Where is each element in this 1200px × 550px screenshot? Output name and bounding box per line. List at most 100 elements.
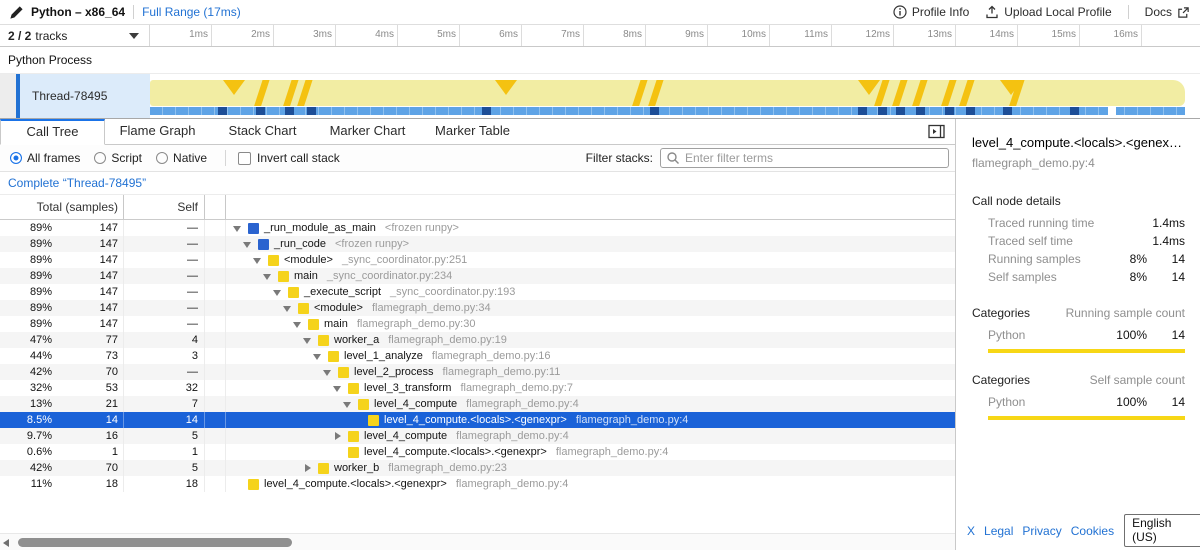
chevron-down-icon (129, 33, 139, 39)
collapse-icon[interactable] (321, 367, 338, 377)
ruler-tick: 5ms (398, 25, 460, 46)
scroll-left-arrow-icon[interactable] (3, 539, 9, 547)
timeline-marker-triangle[interactable] (223, 80, 245, 95)
collapse-icon[interactable] (291, 319, 308, 329)
timeline-marker-slash[interactable] (957, 80, 975, 106)
frame-name: worker_a (334, 332, 379, 348)
thread-track[interactable]: Thread-78495 (0, 74, 1200, 119)
radio-icon (156, 152, 168, 164)
radio-all-frames[interactable]: All frames (10, 151, 80, 165)
invert-call-stack-checkbox[interactable]: Invert call stack (238, 151, 340, 165)
frame-location: <frozen runpy> (335, 236, 409, 252)
table-row[interactable]: 89%147—_run_module_as_main<frozen runpy> (0, 220, 955, 236)
table-row[interactable]: 89%147—mainflamegraph_demo.py:30 (0, 316, 955, 332)
frame-location: _sync_coordinator.py:193 (390, 284, 515, 300)
collapse-icon[interactable] (271, 287, 288, 297)
table-row[interactable]: 13%217level_4_computeflamegraph_demo.py:… (0, 396, 955, 412)
track-canvas[interactable] (150, 74, 1185, 118)
table-row[interactable]: 42%70—level_2_processflamegraph_demo.py:… (0, 364, 955, 380)
radio-script[interactable]: Script (94, 151, 142, 165)
frame-name: level_4_compute.<locals>.<genexpr> (364, 444, 547, 460)
tab-flame-graph[interactable]: Flame Graph (105, 119, 210, 145)
collapse-icon[interactable] (241, 239, 258, 249)
table-row[interactable]: 11%1818level_4_compute.<locals>.<genexpr… (0, 476, 955, 492)
table-row[interactable]: 42%705worker_bflamegraph_demo.py:23 (0, 460, 955, 476)
upload-profile-button[interactable]: Upload Local Profile (985, 5, 1111, 19)
footer-link-privacy[interactable]: Privacy (1022, 524, 1061, 538)
edit-pencil-icon[interactable] (10, 6, 23, 19)
tracks-dropdown[interactable]: 2 / 2 tracks (0, 25, 150, 46)
language-select[interactable]: English (US) (1124, 514, 1200, 547)
thread-label-cell[interactable]: Thread-78495 (20, 74, 150, 118)
collapse-icon[interactable] (281, 303, 298, 313)
profiler-app: Python – x86_64 Full Range (17ms) Profil… (0, 0, 1200, 550)
collapse-icon[interactable] (341, 399, 358, 409)
expand-icon[interactable] (301, 464, 318, 472)
table-row[interactable]: 47%774worker_aflamegraph_demo.py:19 (0, 332, 955, 348)
breadcrumb-root[interactable]: Complete “Thread-78495” (8, 176, 146, 190)
collapse-icon[interactable] (231, 223, 248, 233)
collapse-icon[interactable] (261, 271, 278, 281)
frame-name: _run_module_as_main (264, 220, 376, 236)
timeline-marker-triangle[interactable] (495, 80, 517, 95)
table-row[interactable]: 89%147—main_sync_coordinator.py:234 (0, 268, 955, 284)
tab-call-tree[interactable]: Call Tree (0, 119, 105, 145)
table-row[interactable]: 9.7%165level_4_computeflamegraph_demo.py… (0, 428, 955, 444)
tab-marker-table[interactable]: Marker Table (420, 119, 525, 145)
collapse-icon[interactable] (251, 255, 268, 265)
table-row[interactable]: 89%147—<module>_sync_coordinator.py:251 (0, 252, 955, 268)
table-row[interactable]: 89%147—_run_code<frozen runpy> (0, 236, 955, 252)
tab-stack-chart[interactable]: Stack Chart (210, 119, 315, 145)
category-color-bar (988, 349, 1185, 353)
ruler-tick: 9ms (646, 25, 708, 46)
tab-marker-chart[interactable]: Marker Chart (315, 119, 420, 145)
timeline-marker-triangle[interactable] (858, 80, 880, 95)
table-row[interactable]: 32%5332level_3_transformflamegraph_demo.… (0, 380, 955, 396)
sidebar-toggle-button[interactable] (928, 124, 945, 139)
expand-icon[interactable] (331, 432, 348, 440)
table-row[interactable]: 8.5%1414level_4_compute.<locals>.<genexp… (0, 412, 955, 428)
profile-info-button[interactable]: Profile Info (893, 5, 969, 19)
timeline-marker-slash[interactable] (939, 80, 957, 106)
tab-bar-spacer (525, 119, 955, 145)
process-track-header[interactable]: Python Process (0, 47, 1200, 74)
frame-name: <module> (314, 300, 363, 316)
footer: X Legal Privacy Cookies English (US) (956, 514, 1200, 547)
collapse-icon[interactable] (311, 351, 328, 361)
footer-link-cookies[interactable]: Cookies (1071, 524, 1114, 538)
timeline-marker-slash[interactable] (281, 80, 299, 106)
table-row[interactable]: 44%733level_1_analyzeflamegraph_demo.py:… (0, 348, 955, 364)
frame-category-icon (248, 479, 259, 490)
collapse-icon[interactable] (301, 335, 318, 345)
docs-button[interactable]: Docs (1145, 5, 1190, 19)
footer-link-x[interactable]: X (967, 524, 975, 538)
column-header-self[interactable]: Self (124, 195, 205, 219)
footer-links: X Legal Privacy Cookies (958, 524, 1114, 538)
breadcrumb: Complete “Thread-78495” (0, 172, 955, 195)
timeline-marker-slash[interactable] (646, 80, 664, 106)
full-range-link[interactable]: Full Range (17ms) (142, 5, 241, 19)
scrollbar-thumb[interactable] (18, 538, 292, 547)
table-row[interactable]: 89%147—_execute_script_sync_coordinator.… (0, 284, 955, 300)
column-header-total[interactable]: Total (samples) (0, 195, 124, 219)
timeline-marker-slash[interactable] (890, 80, 908, 106)
sidebar-categories: CategoriesRunning sample countPython100%… (956, 306, 1200, 420)
horizontal-scrollbar[interactable] (0, 533, 955, 550)
timeline-marker-slash[interactable] (910, 80, 928, 106)
filter-input[interactable] (660, 148, 949, 168)
sidebar-category-section: CategoriesSelf sample countPython100%14 (956, 373, 1200, 420)
timeline-marker-slash[interactable] (295, 80, 313, 106)
table-row[interactable]: 0.6%11level_4_compute.<locals>.<genexpr>… (0, 444, 955, 460)
header-actions: Profile Info Upload Local Profile Docs (893, 5, 1190, 19)
header-divider (133, 5, 134, 19)
footer-link-legal[interactable]: Legal (984, 524, 1013, 538)
frame-category-icon (298, 303, 309, 314)
frame-name: main (324, 316, 348, 332)
table-row[interactable]: 89%147—<module>flamegraph_demo.py:34 (0, 300, 955, 316)
timeline-marker-slash[interactable] (630, 80, 648, 106)
timeline-marker-slash[interactable] (252, 80, 270, 106)
collapse-icon[interactable] (331, 383, 348, 393)
sample-segment-dark (1003, 107, 1012, 115)
sidebar-detail-row: Traced self time1.4ms (956, 232, 1200, 250)
radio-native[interactable]: Native (156, 151, 207, 165)
